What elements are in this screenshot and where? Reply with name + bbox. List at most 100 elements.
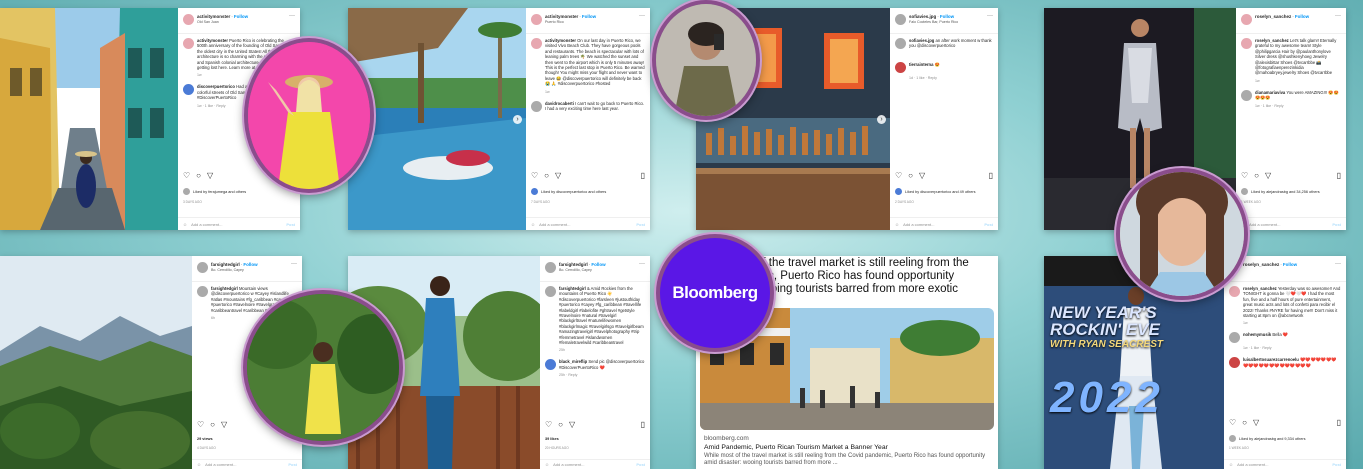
post-button[interactable]: Post — [984, 222, 993, 227]
post-button[interactable]: Post — [288, 462, 297, 467]
carousel-next-icon[interactable]: › — [877, 115, 886, 124]
comment-input[interactable]: Add a comment... — [553, 462, 584, 467]
follow-button[interactable]: Follow — [940, 14, 954, 19]
username[interactable]: roselyn_sanchez — [1255, 14, 1291, 19]
follow-button[interactable]: Follow — [591, 262, 605, 267]
avatar[interactable] — [1229, 332, 1240, 344]
comment-username[interactable]: luisalbertosuarezcarrenoelu — [1243, 357, 1299, 362]
location[interactable]: Bo. Cerrolillo, Cayey — [211, 268, 258, 272]
avatar[interactable] — [1241, 38, 1252, 49]
comment-icon[interactable]: ○ — [558, 420, 563, 429]
article-title[interactable]: Amid Pandemic, Puerto Rican Tourism Mark… — [704, 444, 888, 451]
username[interactable]: farsightedgirl — [211, 262, 240, 267]
emoji-icon[interactable]: ☺ — [1229, 462, 1233, 467]
post-photo-old-san-juan[interactable] — [0, 8, 178, 230]
more-options-icon[interactable]: ··· — [1335, 13, 1341, 19]
comment-icon[interactable]: ○ — [908, 171, 913, 180]
comment-input[interactable]: Add a comment... — [1237, 462, 1268, 467]
post-button[interactable]: Post — [636, 462, 645, 467]
username[interactable]: activitymonster — [197, 14, 230, 19]
liked-by-text[interactable]: Liked by discoverpuertorico and others — [541, 190, 606, 194]
avatar[interactable] — [197, 286, 208, 297]
username[interactable]: farsightedgirl — [559, 262, 588, 267]
post-photo-pool[interactable]: › — [348, 8, 526, 230]
comment-username[interactable]: davidrocaberti — [545, 101, 574, 106]
avatar[interactable] — [183, 84, 194, 96]
share-icon[interactable]: ▽ — [207, 171, 213, 180]
avatar[interactable] — [1229, 286, 1240, 297]
follow-button[interactable]: Follow — [582, 14, 596, 19]
heart-icon[interactable]: ♡ — [197, 420, 204, 429]
avatar[interactable] — [895, 62, 906, 73]
comment-input[interactable]: Add a comment... — [191, 222, 222, 227]
more-options-icon[interactable]: ··· — [1335, 261, 1341, 267]
post-button[interactable]: Post — [1332, 222, 1341, 227]
comment-username[interactable]: dianamariaviva — [1255, 90, 1285, 95]
avatar[interactable] — [1241, 14, 1252, 25]
comment-icon[interactable]: ○ — [196, 171, 201, 180]
comment-input[interactable]: Add a comment... — [205, 462, 236, 467]
emoji-icon[interactable]: ☺ — [183, 222, 187, 227]
bookmark-icon[interactable]: ▯ — [641, 171, 645, 180]
avatar[interactable] — [197, 262, 208, 273]
avatar[interactable] — [531, 100, 542, 112]
heart-icon[interactable]: ♡ — [531, 171, 538, 180]
share-icon[interactable]: ▽ — [221, 420, 227, 429]
bookmark-icon[interactable]: ▯ — [641, 420, 645, 429]
share-icon[interactable]: ▽ — [919, 171, 925, 180]
caption-username[interactable]: sofiavies.jpg — [909, 38, 934, 43]
post-button[interactable]: Post — [286, 222, 295, 227]
avatar[interactable] — [1241, 89, 1252, 101]
carousel-next-icon[interactable]: › — [513, 115, 522, 124]
follow-button[interactable]: Follow — [243, 262, 257, 267]
comment-input[interactable]: Add a comment... — [539, 222, 570, 227]
bookmark-icon[interactable]: ▯ — [989, 171, 993, 180]
post-button[interactable]: Post — [1332, 462, 1341, 467]
liked-by-text[interactable]: Liked by discoverpuertorico and 49 other… — [905, 190, 976, 194]
caption-username[interactable]: roselyn_sanchez — [1255, 38, 1289, 43]
follow-button[interactable]: Follow — [234, 14, 248, 19]
share-icon[interactable]: ▽ — [555, 171, 561, 180]
post-button[interactable]: Post — [636, 222, 645, 227]
more-options-icon[interactable]: ··· — [289, 13, 295, 19]
avatar[interactable] — [895, 14, 906, 25]
location[interactable]: Puerto Rico — [545, 20, 596, 24]
emoji-icon[interactable]: ☺ — [197, 462, 201, 467]
comment-icon[interactable]: ○ — [1242, 418, 1247, 427]
comment-username[interactable]: discoverpuertorico — [197, 84, 235, 89]
comment-input[interactable]: Add a comment... — [903, 222, 934, 227]
bookmark-icon[interactable]: ▯ — [1337, 171, 1341, 180]
liked-by-text[interactable]: Liked by alejandrasbg and 34,256 others — [1251, 190, 1320, 194]
comment-icon[interactable]: ○ — [210, 420, 215, 429]
location[interactable]: Falo Cocteles Bar, Puerto Rico — [909, 20, 958, 24]
follow-button[interactable]: Follow — [1295, 14, 1309, 19]
comment-icon[interactable]: ○ — [544, 171, 549, 180]
avatar[interactable] — [545, 286, 556, 297]
username[interactable]: sofiavies.jpg — [909, 14, 936, 19]
emoji-icon[interactable]: ☺ — [545, 462, 549, 467]
avatar[interactable] — [1229, 357, 1240, 369]
more-options-icon[interactable]: ··· — [987, 13, 993, 19]
heart-icon[interactable]: ♡ — [1241, 171, 1248, 180]
comment-input[interactable]: Add a comment... — [1249, 222, 1280, 227]
comment-username[interactable]: tierrainterna — [909, 62, 933, 67]
bookmark-icon[interactable]: ▯ — [1337, 418, 1341, 427]
heart-icon[interactable]: ♡ — [895, 171, 902, 180]
comment-username[interactable]: black_mireflip — [559, 359, 587, 364]
emoji-icon[interactable]: ☺ — [895, 222, 899, 227]
avatar[interactable] — [531, 14, 542, 25]
caption-username[interactable]: activitymonster — [545, 38, 576, 43]
heart-icon[interactable]: ♡ — [1229, 418, 1236, 427]
avatar[interactable] — [183, 38, 194, 49]
share-icon[interactable]: ▽ — [1253, 418, 1259, 427]
avatar[interactable] — [183, 14, 194, 25]
caption-username[interactable]: activitymonster — [197, 38, 228, 43]
more-options-icon[interactable]: ··· — [291, 261, 297, 267]
more-options-icon[interactable]: ··· — [639, 261, 645, 267]
comment-username[interactable]: nohemymusik — [1243, 332, 1271, 337]
liked-by-text[interactable]: Liked by alejandrasbg and 9,334 others — [1239, 437, 1306, 441]
emoji-icon[interactable]: ☺ — [531, 222, 535, 227]
avatar[interactable] — [531, 38, 542, 49]
caption-username[interactable]: roselyn_sanchez — [1243, 286, 1277, 291]
avatar[interactable] — [545, 359, 556, 371]
